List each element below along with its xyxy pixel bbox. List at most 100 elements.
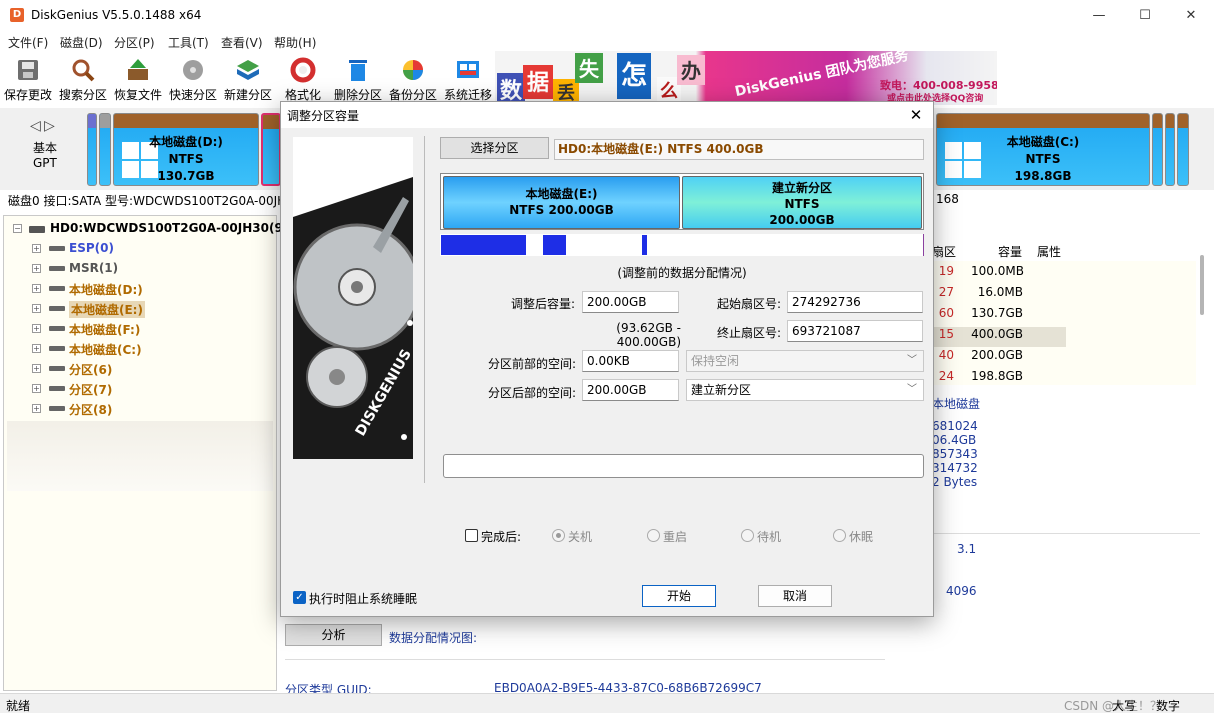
recover-files-button[interactable]: 恢复文件 bbox=[111, 53, 165, 105]
expand-icon[interactable]: + bbox=[32, 364, 41, 373]
menu-partition[interactable]: 分区(P) bbox=[114, 34, 155, 51]
menu-help[interactable]: 帮助(H) bbox=[274, 34, 316, 51]
cancel-button[interactable]: 取消 bbox=[758, 585, 832, 607]
tree-partition-item[interactable]: + 本地磁盘(D:) bbox=[4, 280, 274, 300]
partition-icon bbox=[49, 246, 65, 251]
dialog-close-button[interactable]: ✕ bbox=[899, 102, 933, 128]
menu-view[interactable]: 查看(V) bbox=[221, 34, 263, 51]
menu-disk[interactable]: 磁盘(D) bbox=[60, 34, 103, 51]
after-space-action-value: 建立新分区 bbox=[691, 383, 752, 397]
tree-partition-item[interactable]: + 分区(7) bbox=[4, 380, 274, 400]
service-banner[interactable]: 数 据 丢 失 怎 么 办 DiskGenius 团队为您服务 致电：400-0… bbox=[495, 51, 997, 105]
tree-partition-item[interactable]: + MSR(1) bbox=[4, 260, 274, 280]
tree-partition-item[interactable]: + 分区(6) bbox=[4, 360, 274, 380]
col-header-attr[interactable]: 属性 bbox=[1037, 243, 1061, 260]
menu-file[interactable]: 文件(F) bbox=[8, 34, 48, 51]
partition-preview: 本地磁盘(E:) NTFS 200.00GB 建立新分区 NTFS 200.00… bbox=[440, 173, 924, 230]
resize-partition-dialog: 调整分区容量 ✕ DISKGENIUS 选择分区 HD0:本地磁盘(E:) NT… bbox=[280, 101, 934, 617]
expand-icon[interactable]: + bbox=[32, 344, 41, 353]
grid-capacity-cell: 200.0GB bbox=[971, 348, 1023, 362]
delete-partition-button[interactable]: 删除分区 bbox=[331, 53, 385, 105]
backup-icon bbox=[403, 60, 423, 80]
after-space-input[interactable]: 200.00GB bbox=[582, 379, 679, 401]
partition-block-c[interactable]: 本地磁盘(C:) NTFS 198.8GB bbox=[936, 113, 1150, 186]
disk-type-label: 基本 bbox=[32, 141, 57, 155]
partition-block-msr[interactable] bbox=[99, 113, 111, 186]
partition-block-e[interactable] bbox=[261, 113, 281, 186]
tree-partition-label: ESP(0) bbox=[69, 241, 114, 255]
expand-icon[interactable]: + bbox=[32, 244, 41, 253]
expand-icon[interactable]: + bbox=[32, 404, 41, 413]
tree-partition-item[interactable]: + 本地磁盘(E:) bbox=[4, 300, 274, 320]
preview-segment-current[interactable]: 本地磁盘(E:) NTFS 200.00GB bbox=[443, 176, 680, 229]
radio-restart-label: 重启 bbox=[663, 530, 688, 544]
minimize-button[interactable]: — bbox=[1076, 0, 1122, 31]
dialog-separator bbox=[424, 136, 425, 483]
tree-disk-node[interactable]: − HD0:WDCWDS100T2G0A-00JH30(932 bbox=[4, 220, 300, 240]
prevent-sleep-checkbox[interactable]: ✓ bbox=[293, 591, 306, 604]
after-space-action-select[interactable]: 建立新分区 ﹀ bbox=[686, 379, 924, 401]
quick-partition-button[interactable]: 快速分区 bbox=[166, 53, 220, 105]
new-partition-button[interactable]: 新建分区 bbox=[221, 53, 275, 105]
grid-capacity-cell: 400.0GB bbox=[971, 327, 1023, 341]
partition-block-esp[interactable] bbox=[87, 113, 97, 186]
disk-gpt-label: GPT bbox=[33, 156, 57, 170]
save-changes-button[interactable]: 保存更改 bbox=[1, 53, 55, 105]
tree-disk-label: HD0:WDCWDS100T2G0A-00JH30(932 bbox=[50, 221, 300, 235]
partition-block-6[interactable] bbox=[1152, 113, 1163, 186]
grid-scrollbar[interactable] bbox=[1200, 255, 1204, 315]
maximize-button[interactable]: ☐ bbox=[1122, 0, 1168, 31]
end-sector-input[interactable]: 693721087 bbox=[787, 320, 923, 342]
partition-d-fs: NTFS bbox=[168, 152, 204, 166]
before-space-input[interactable]: 0.00KB bbox=[582, 350, 679, 372]
tree-partition-item[interactable]: + 本地磁盘(F:) bbox=[4, 320, 274, 340]
start-button[interactable]: 开始 bbox=[642, 585, 716, 607]
tree-partition-item[interactable]: + ESP(0) bbox=[4, 240, 274, 260]
radio-hibernate[interactable] bbox=[833, 529, 846, 542]
after-size-input[interactable]: 200.00GB bbox=[582, 291, 679, 313]
nav-next-icon[interactable]: ▷ bbox=[44, 118, 55, 134]
hard-disk-icon bbox=[29, 226, 45, 233]
disk-tree: − HD0:WDCWDS100T2G0A-00JH30(932 + ESP(0) +… bbox=[3, 215, 300, 691]
partition-icon bbox=[49, 406, 65, 411]
partition-block-d[interactable]: 本地磁盘(D:) NTFS 130.7GB bbox=[113, 113, 259, 186]
tree-partition-item[interactable]: + 本地磁盘(C:) bbox=[4, 340, 274, 360]
analyze-button[interactable]: 分析 bbox=[285, 624, 382, 646]
tree-partition-label: 分区(7) bbox=[69, 383, 113, 397]
expand-icon[interactable]: + bbox=[32, 324, 41, 333]
collapse-icon[interactable]: − bbox=[13, 224, 22, 233]
partition-block-7[interactable] bbox=[1165, 113, 1175, 186]
start-sector-input[interactable]: 274292736 bbox=[787, 291, 923, 313]
system-migration-button[interactable]: 系统迁移 bbox=[441, 53, 495, 105]
grid-sector-cell: 24 bbox=[938, 369, 954, 383]
select-partition-button[interactable]: 选择分区 bbox=[440, 137, 549, 159]
partition-block-8[interactable] bbox=[1177, 113, 1189, 186]
col-header-capacity[interactable]: 容量 bbox=[998, 243, 1022, 260]
close-button[interactable]: ✕ bbox=[1168, 0, 1214, 31]
chevron-down-icon: ﹀ bbox=[907, 355, 917, 366]
col-header-sector[interactable]: 扇区 bbox=[932, 243, 956, 260]
tree-partition-label: 本地磁盘(C:) bbox=[69, 343, 142, 357]
tree-partition-item[interactable]: + 分区(8) bbox=[4, 400, 274, 420]
search-partition-button[interactable]: 搜索分区 bbox=[56, 53, 110, 105]
preview-segment-new[interactable]: 建立新分区 NTFS 200.00GB bbox=[682, 176, 922, 229]
expand-icon[interactable]: + bbox=[32, 264, 41, 273]
menu-tools[interactable]: 工具(T) bbox=[168, 34, 209, 51]
expand-icon[interactable]: + bbox=[32, 284, 41, 293]
tree-partition-label: 本地磁盘(D:) bbox=[69, 283, 143, 297]
expand-icon[interactable]: + bbox=[32, 304, 41, 313]
radio-shutdown[interactable] bbox=[552, 529, 565, 542]
tree-partition-label: 分区(8) bbox=[69, 403, 113, 417]
hard-drive-illustration: DISKGENIUS bbox=[293, 137, 413, 459]
format-button[interactable]: 格式化 bbox=[276, 53, 330, 105]
partition-c-size: 198.8GB bbox=[1014, 169, 1072, 183]
expand-icon[interactable]: + bbox=[32, 384, 41, 393]
on-complete-checkbox[interactable] bbox=[465, 529, 478, 542]
radio-restart[interactable] bbox=[647, 529, 660, 542]
nav-prev-icon[interactable]: ◁ bbox=[30, 118, 41, 134]
partition-icon bbox=[49, 326, 65, 331]
backup-partition-button[interactable]: 备份分区 bbox=[386, 53, 440, 105]
radio-standby[interactable] bbox=[741, 529, 754, 542]
save-icon bbox=[18, 60, 38, 80]
grid-sector-cell: 15 bbox=[938, 327, 954, 341]
